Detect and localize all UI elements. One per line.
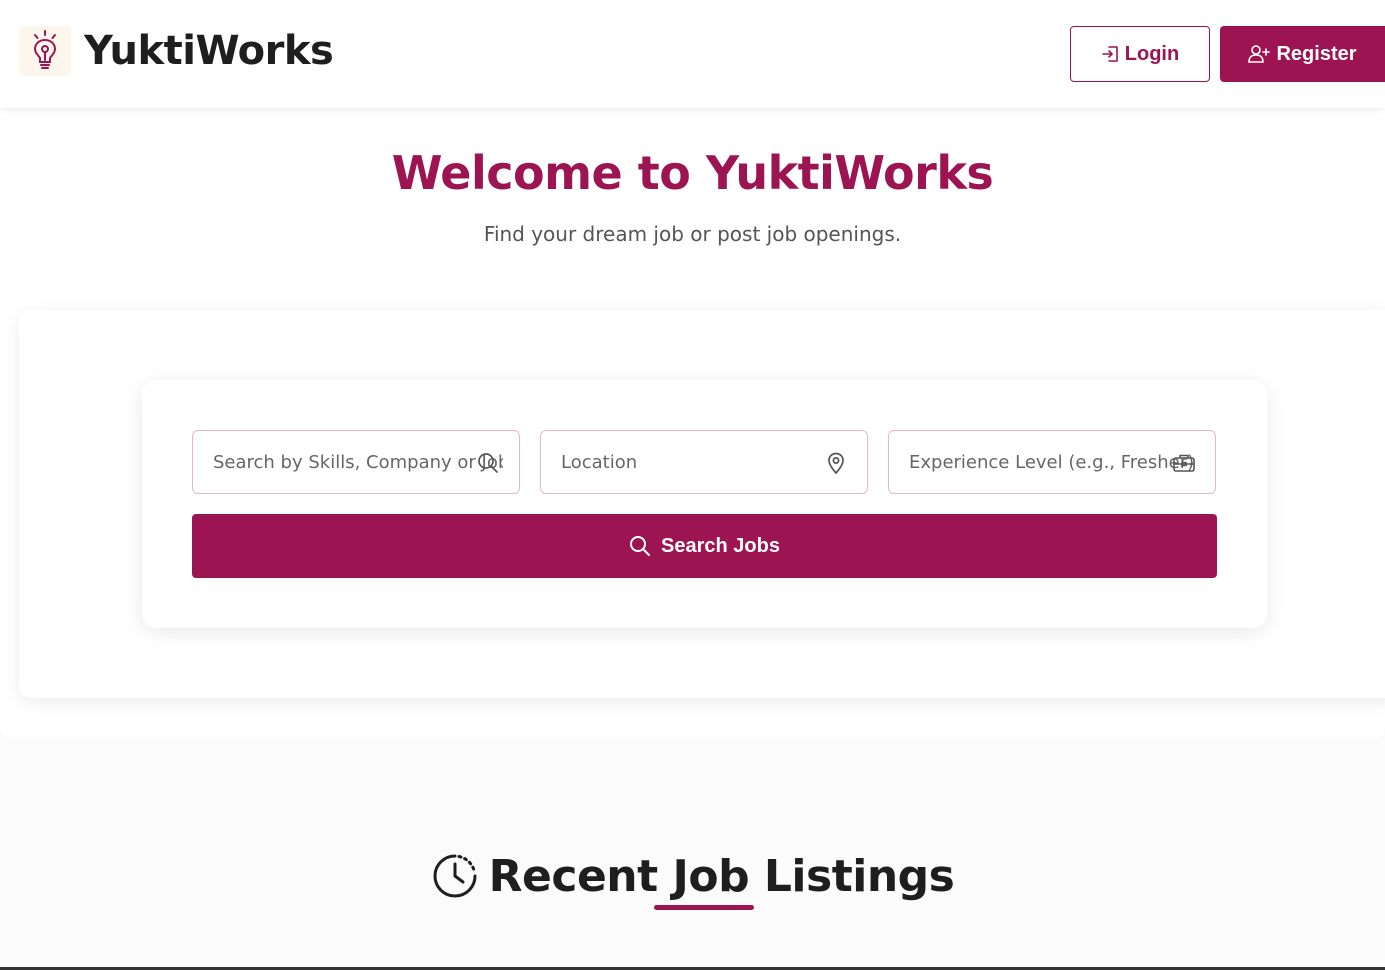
experience-input[interactable] — [909, 451, 1199, 473]
location-input[interactable] — [561, 451, 851, 473]
search-icon — [630, 536, 651, 556]
heading-underline — [654, 905, 754, 910]
hero-title: Welcome to YuktiWorks — [391, 146, 994, 200]
login-button[interactable]: Login — [1070, 26, 1210, 82]
experience-field[interactable] — [888, 430, 1216, 494]
location-field[interactable] — [540, 430, 868, 494]
login-icon — [1101, 46, 1118, 62]
brand-name[interactable]: YuktiWorks — [84, 28, 334, 74]
search-icon — [475, 450, 501, 476]
recent-listings-title: Recent Job Listings — [488, 850, 955, 902]
briefcase-icon — [1171, 450, 1197, 476]
lightbulb-icon — [33, 30, 57, 69]
search-jobs-label: Search Jobs — [661, 534, 780, 557]
register-button[interactable]: Register — [1220, 26, 1385, 82]
logo[interactable] — [19, 26, 71, 76]
search-panel: Search Jobs — [19, 310, 1385, 698]
login-label: Login — [1124, 42, 1180, 65]
hero-subtitle: Find your dream job or post job openings… — [483, 222, 902, 246]
search-jobs-button[interactable]: Search Jobs — [192, 514, 1217, 578]
add-user-icon — [1248, 45, 1271, 63]
register-label: Register — [1276, 42, 1357, 65]
keyword-input[interactable] — [213, 451, 503, 473]
clock-icon — [433, 854, 477, 898]
keyword-field[interactable] — [192, 430, 520, 494]
location-pin-icon — [823, 450, 849, 476]
hero-section: Welcome to YuktiWorks Find your dream jo… — [0, 108, 1385, 738]
search-form: Search Jobs — [142, 380, 1267, 628]
recent-listings-heading: Recent Job Listings — [0, 846, 1385, 906]
top-navbar: YuktiWorks Login Register — [0, 0, 1385, 108]
